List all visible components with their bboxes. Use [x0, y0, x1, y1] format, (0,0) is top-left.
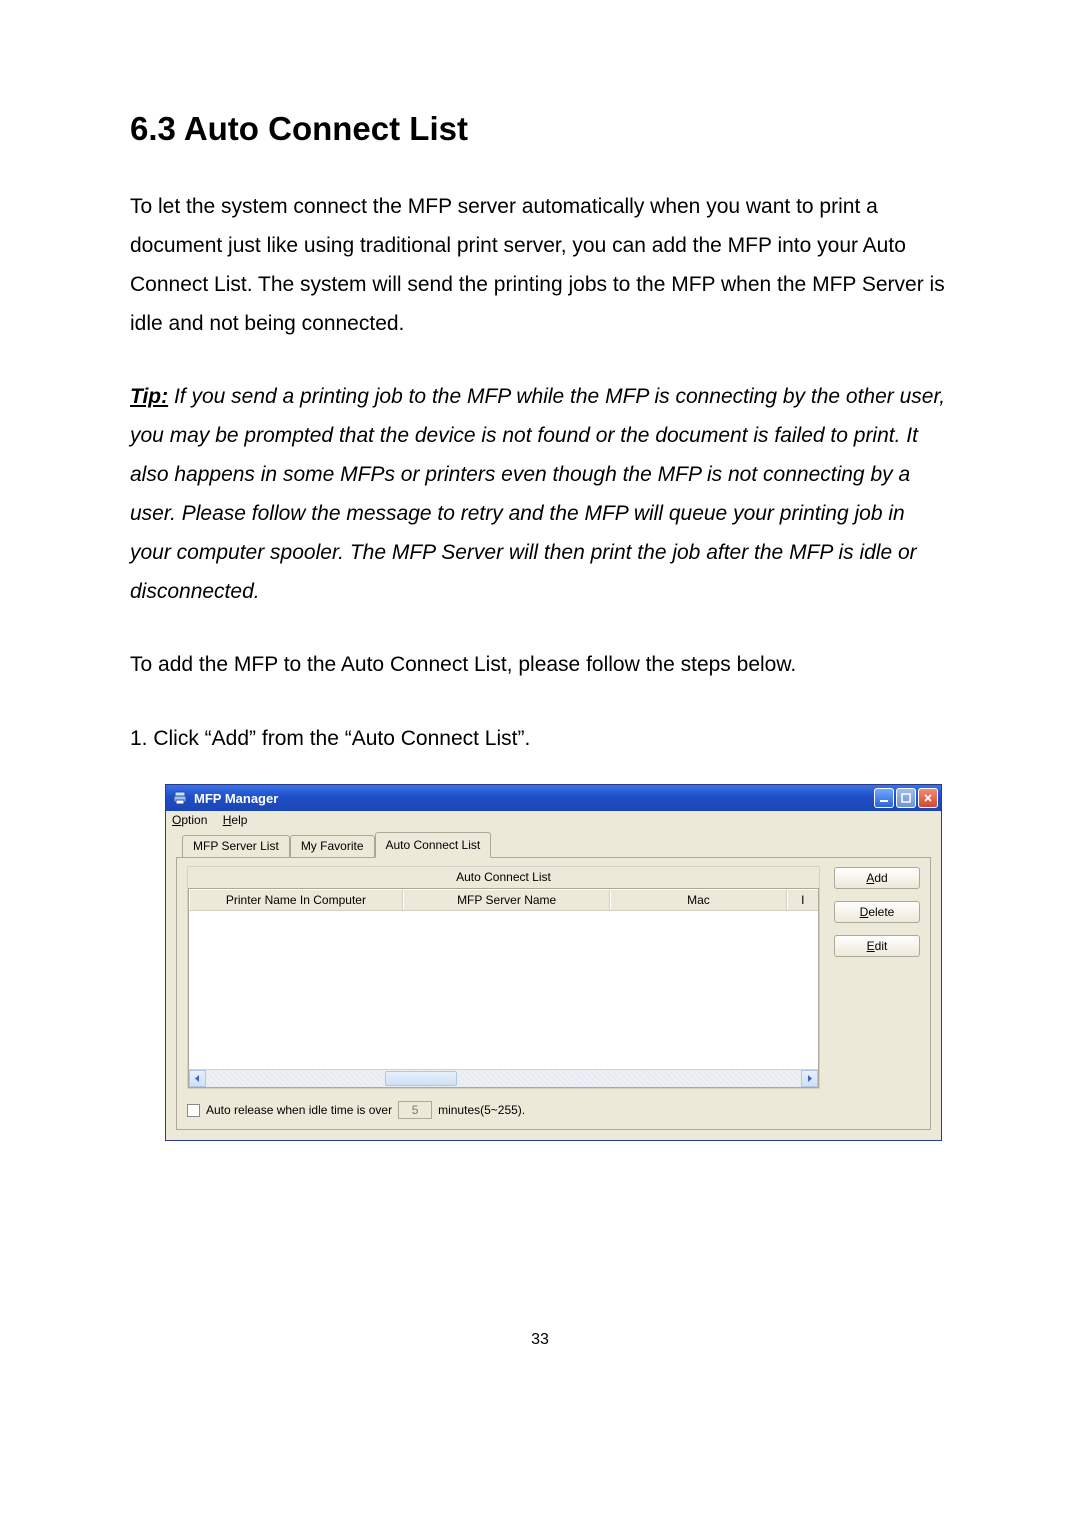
maximize-button[interactable]	[896, 788, 916, 808]
edit-hotkey: E	[867, 939, 875, 953]
printer-icon	[172, 790, 188, 806]
auto-connect-groupbox: Auto Connect List Printer Name In Comput…	[187, 866, 820, 1089]
edit-button[interactable]: Edit	[834, 935, 920, 957]
minimize-button[interactable]	[874, 788, 894, 808]
client-area: MFP Server List My Favorite Auto Connect…	[166, 828, 941, 1140]
tip-body: If you send a printing job to the MFP wh…	[130, 385, 945, 602]
scroll-right-icon[interactable]	[801, 1070, 818, 1087]
idle-minutes-input[interactable]	[398, 1101, 432, 1119]
step-1: 1. Click “Add” from the “Auto Connect Li…	[130, 720, 950, 759]
auto-release-label: Auto release when idle time is over	[206, 1103, 392, 1117]
tabstrip: MFP Server List My Favorite Auto Connect…	[182, 832, 931, 857]
auto-release-checkbox[interactable]	[187, 1104, 200, 1117]
mfp-manager-window: MFP Manager Option Help	[165, 784, 942, 1141]
col-mac[interactable]: Mac	[610, 889, 786, 910]
menu-option-hotkey: O	[172, 813, 181, 827]
intro-paragraph: To let the system connect the MFP server…	[130, 188, 950, 343]
scroll-left-icon[interactable]	[189, 1070, 206, 1087]
auto-release-row: Auto release when idle time is over minu…	[187, 1101, 920, 1119]
menu-help-rest: elp	[231, 813, 247, 827]
tab-mfp-server-list[interactable]: MFP Server List	[182, 835, 290, 857]
menu-option-rest: ption	[181, 813, 207, 827]
button-column: Add Delete Edit	[834, 866, 920, 957]
listview-body[interactable]	[189, 911, 818, 1069]
close-button[interactable]	[918, 788, 938, 808]
menubar: Option Help	[166, 811, 941, 828]
col-mfp-server-name[interactable]: MFP Server Name	[403, 889, 611, 910]
tab-auto-connect-list[interactable]: Auto Connect List	[375, 832, 492, 858]
menu-option[interactable]: Option	[172, 813, 207, 827]
add-button[interactable]: Add	[834, 867, 920, 889]
delete-hotkey: D	[860, 905, 869, 919]
listview-headers: Printer Name In Computer MFP Server Name…	[189, 889, 818, 911]
tab-panel: Auto Connect List Printer Name In Comput…	[176, 857, 931, 1130]
delete-rest: elete	[868, 905, 894, 919]
menu-help[interactable]: Help	[223, 813, 248, 827]
tab-my-favorite[interactable]: My Favorite	[290, 835, 375, 857]
col-extra[interactable]: I	[787, 889, 818, 910]
tip-paragraph: Tip: If you send a printing job to the M…	[130, 378, 950, 611]
window-title: MFP Manager	[194, 791, 278, 806]
page-number: 33	[130, 1331, 950, 1349]
tip-label: Tip:	[130, 385, 168, 408]
auto-connect-listview[interactable]: Printer Name In Computer MFP Server Name…	[188, 888, 819, 1088]
delete-button[interactable]: Delete	[834, 901, 920, 923]
scroll-thumb[interactable]	[385, 1071, 457, 1086]
edit-rest: dit	[875, 939, 888, 953]
titlebar: MFP Manager	[166, 785, 941, 811]
add-rest: dd	[874, 871, 887, 885]
scroll-track[interactable]	[206, 1070, 801, 1087]
groupbox-caption: Auto Connect List	[188, 867, 819, 888]
auto-release-units: minutes(5~255).	[438, 1103, 525, 1117]
section-title: 6.3 Auto Connect List	[130, 110, 950, 148]
lead-paragraph: To add the MFP to the Auto Connect List,…	[130, 646, 950, 685]
horizontal-scrollbar[interactable]	[189, 1069, 818, 1087]
col-printer-name[interactable]: Printer Name In Computer	[189, 889, 403, 910]
